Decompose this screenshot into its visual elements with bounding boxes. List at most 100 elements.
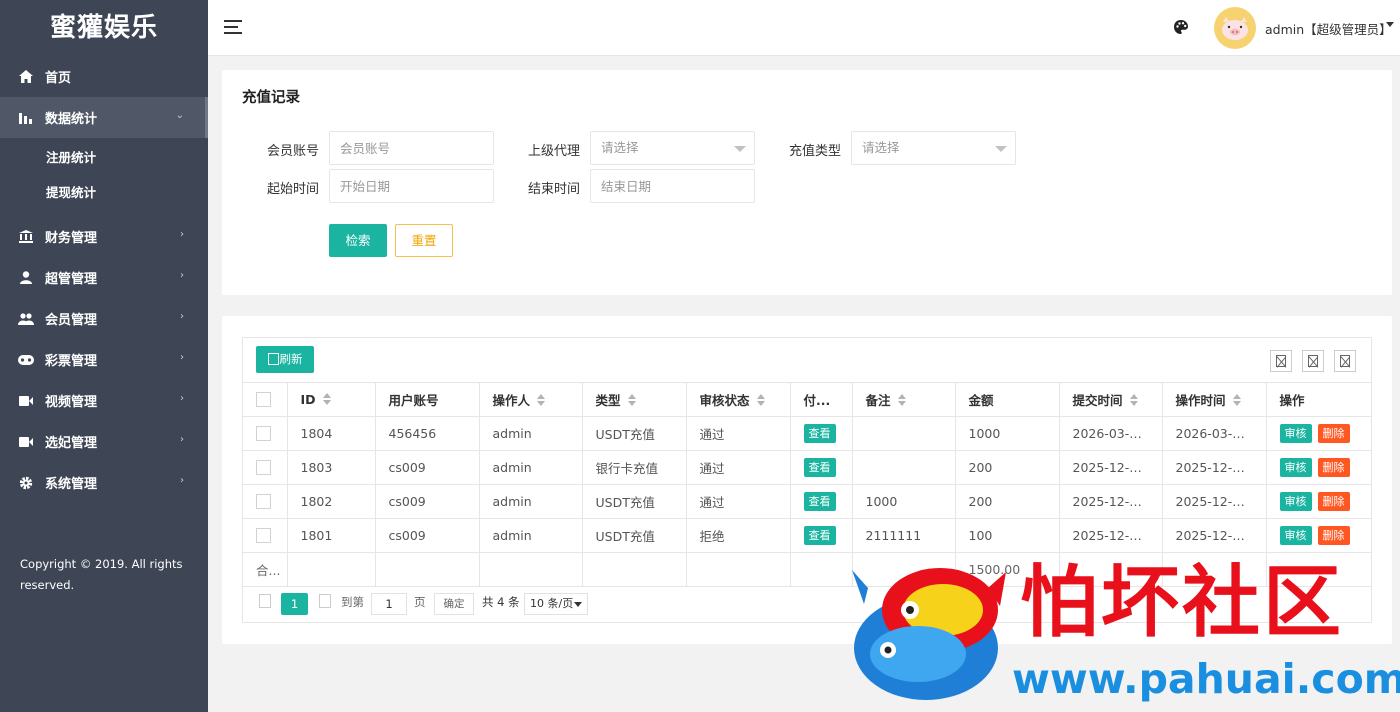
avatar[interactable] [1214,7,1256,49]
column-header-account: 用户账号 [375,383,480,417]
sidebar-item-finance[interactable]: 财务管理 › [0,216,208,257]
sidebar-item-video[interactable]: 视频管理 › [0,380,208,421]
cell-note: 1000 [852,484,956,519]
column-header-status[interactable]: 审核状态 [686,383,791,417]
total-label-cell: 合... [243,552,288,587]
sort-icon[interactable] [1129,393,1138,406]
sort-icon[interactable] [537,393,546,406]
row-select-cell [243,518,288,553]
users-icon [18,311,34,327]
member-account-label: 会员账号 [267,144,320,159]
page-size-select[interactable]: 10 条/页 [524,593,588,615]
cell-operate-time: 2026-03-20... [1162,416,1267,451]
select-all-cell [243,383,288,417]
palette-icon[interactable] [1173,19,1191,37]
column-header-submit-time[interactable]: 提交时间 [1059,383,1163,417]
sidebar-item-label: 超管管理 [45,272,98,287]
print-icon[interactable] [1334,350,1356,372]
sort-icon[interactable] [627,393,636,406]
sidebar-subitem-register-stats[interactable]: 注册统计 [0,140,208,175]
sidebar-item-concubine[interactable]: 选妃管理 › [0,421,208,462]
menu-toggle-icon[interactable] [224,20,242,38]
page-unit-label: 页 [414,595,426,609]
goto-label: 到第 [341,595,364,609]
sort-icon[interactable] [756,393,765,406]
user-menu-label[interactable]: admin【超级管理员】 [1265,19,1392,38]
row-checkbox[interactable] [256,528,271,543]
brand-logo: 蜜獾娱乐 [49,13,158,43]
column-header-operator[interactable]: 操作人 [479,383,583,417]
delete-button[interactable]: 删除 [1317,457,1350,477]
agent-label: 上级代理 [528,144,581,159]
row-checkbox[interactable] [256,460,271,475]
member-account-input[interactable] [329,131,494,165]
row-select-cell [243,484,288,519]
refresh-button[interactable]: 刷新 [256,346,314,373]
audit-button[interactable]: 审核 [1279,525,1312,545]
sidebar: 蜜獾娱乐 首页 数据统计 ⌄ 注册统计 提现统计 财务管理 › 超管管理 › 会… [0,0,208,712]
sort-icon[interactable] [322,392,331,405]
caret-down-icon[interactable] [1386,22,1394,27]
recharge-table: ID 用户账号 操作人 类型 审核状态 付... 备注 金额 提交时间 操作时间… [243,383,1371,587]
export-icon[interactable] [1302,350,1324,372]
sidebar-subitem-withdraw-stats[interactable]: 提现统计 [0,175,208,210]
next-page-icon[interactable] [319,594,331,608]
table-row: 1803 cs009 admin 银行卡充值 通过 查看 200 2025-12… [243,450,1371,485]
sidebar-item-members[interactable]: 会员管理 › [0,298,208,339]
chevron-right-icon: › [180,270,184,281]
column-header-operate-time[interactable]: 操作时间 [1162,383,1267,417]
column-header-note[interactable]: 备注 [852,383,956,417]
table-row: 1802 cs009 admin USDT充值 通过 查看 1000 200 2… [243,484,1371,519]
audit-button[interactable]: 审核 [1279,423,1312,443]
prev-page-icon[interactable] [259,594,271,608]
start-date-input[interactable] [329,169,494,203]
sidebar-item-lottery[interactable]: 彩票管理 › [0,339,208,380]
audit-button[interactable]: 审核 [1279,491,1312,511]
cell-id: 1801 [287,518,376,553]
page-number-current[interactable]: 1 [281,593,308,615]
sidebar-item-system[interactable]: 系统管理 › [0,462,208,503]
cell-note [852,450,956,485]
search-panel: 充值记录 会员账号 上级代理 请选择 充值类型 请选择 起始时间 结束时间 检索… [222,70,1392,295]
cell-operate-time: 2025-12-04... [1162,518,1267,553]
recharge-type-select[interactable]: 请选择 [851,131,1016,165]
copyright-text: Copyright © 2019. All rights reserved. [20,557,183,592]
delete-button[interactable]: 删除 [1317,491,1350,511]
column-header-type[interactable]: 类型 [582,383,687,417]
goto-page-input[interactable] [371,593,407,615]
audit-button[interactable]: 审核 [1279,457,1312,477]
cell-actions: 审核 删除 [1266,484,1371,519]
gamepad-icon [18,352,34,368]
sidebar-item-data-stats[interactable]: 数据统计 ⌄ [0,97,208,138]
row-checkbox[interactable] [256,494,271,509]
cell-payment: 查看 [790,484,853,519]
sidebar-item-home[interactable]: 首页 [0,56,208,97]
view-payment-button[interactable]: 查看 [803,491,836,511]
cell-operator: admin [479,416,583,451]
cell-account: cs009 [375,484,480,519]
end-date-input[interactable] [590,169,755,203]
search-button[interactable]: 检索 [329,224,387,257]
reset-button[interactable]: 重置 [395,224,453,257]
sidebar-item-label: 首页 [45,71,72,86]
view-payment-button[interactable]: 查看 [803,525,836,545]
sort-icon[interactable] [1232,393,1241,406]
row-checkbox[interactable] [256,426,271,441]
view-payment-button[interactable]: 查看 [803,423,836,443]
sidebar-item-label: 视频管理 [45,395,98,410]
select-all-checkbox[interactable] [256,392,271,408]
top-header: admin【超级管理员】 [208,0,1400,56]
agent-select[interactable]: 请选择 [590,131,755,165]
filter-columns-icon[interactable] [1270,350,1292,372]
view-payment-button[interactable]: 查看 [803,457,836,477]
sort-icon[interactable] [897,393,906,406]
delete-button[interactable]: 删除 [1317,423,1350,443]
column-header-id[interactable]: ID [287,383,376,417]
sidebar-item-super-admin[interactable]: 超管管理 › [0,257,208,298]
cell-account: 456456 [375,416,480,451]
triangle-down-icon [734,146,746,152]
cell-submit-time: 2025-12-04... [1059,484,1163,519]
goto-confirm-button[interactable]: 确定 [434,593,474,615]
refresh-label: 刷新 [279,352,303,366]
delete-button[interactable]: 删除 [1317,525,1350,545]
